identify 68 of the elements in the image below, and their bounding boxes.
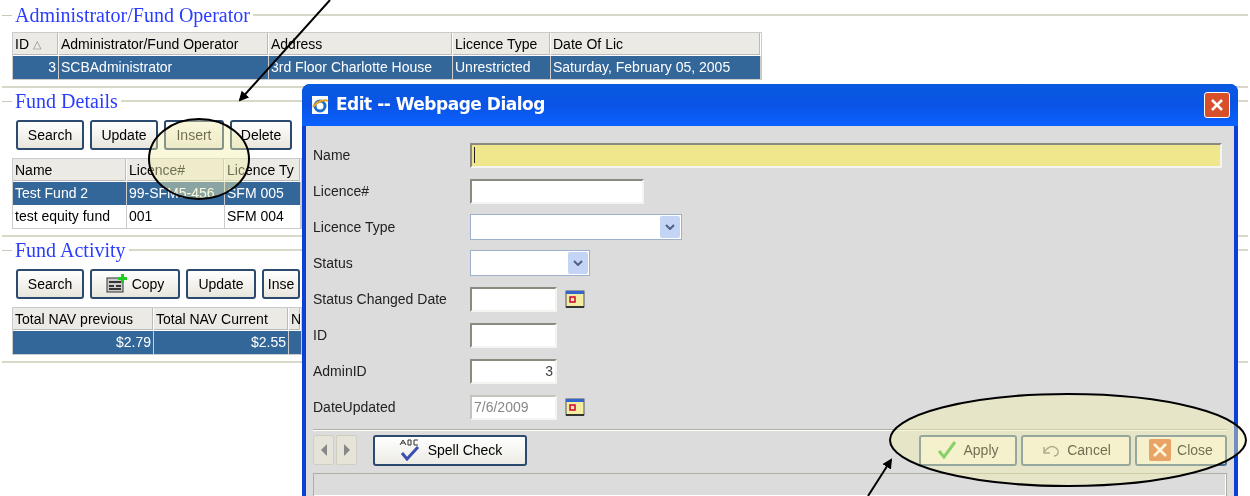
- field-label: DateUpdated: [313, 397, 397, 417]
- browser-icon: [310, 95, 330, 115]
- spell-check-icon: [397, 439, 422, 461]
- arrow-button[interactable]: [336, 435, 357, 465]
- dialog-button[interactable]: Apply: [919, 434, 1017, 466]
- checkmark-icon: [937, 441, 958, 459]
- close-button[interactable]: [1204, 92, 1230, 118]
- close-icon: [1149, 439, 1172, 461]
- field-label: Status: [313, 253, 354, 273]
- section-title: Administrator/Fund Operator: [14, 4, 251, 26]
- column-header[interactable]: ID △: [13, 33, 59, 56]
- toolbar-button[interactable]: Search: [16, 269, 84, 299]
- dialog-button[interactable]: Spell Check: [373, 434, 527, 466]
- column-header[interactable]: Licence Type: [453, 33, 551, 56]
- table-cell-text: test equity fund: [15, 207, 110, 226]
- input-field[interactable]: [470, 142, 1222, 168]
- column-header[interactable]: Total NAV Current: [154, 308, 289, 331]
- column-header[interactable]: Total NAV previous: [13, 308, 154, 331]
- clipboard-icon: [105, 274, 128, 294]
- table-cell-text: SCBAdministrator: [61, 58, 173, 77]
- field-label: AdminID: [313, 361, 368, 381]
- table-cell-text: $2.55: [250, 333, 286, 352]
- field-label: Licence Type: [313, 217, 397, 237]
- table-row[interactable]: test equity fund 001 SFM 004: [13, 205, 301, 228]
- arrow-button[interactable]: [313, 435, 334, 465]
- table-cell-text: SFM 004: [227, 207, 284, 226]
- toolbar-button[interactable]: Inse: [262, 269, 300, 299]
- text-cursor: [474, 147, 475, 163]
- window-title: Edit -- Webpage Dialog: [336, 93, 545, 117]
- close-icon: [1210, 98, 1224, 112]
- calendar-icon[interactable]: [565, 398, 585, 416]
- toolbar-button[interactable]: Insert: [164, 120, 224, 150]
- field-label: Licence#: [313, 181, 371, 201]
- undo-icon: [1041, 443, 1062, 457]
- annotation-arrow: [867, 458, 893, 496]
- dropdown[interactable]: [470, 214, 682, 240]
- table-cell-text: Unrestricted: [455, 58, 531, 77]
- toolbar-button[interactable]: Update: [186, 269, 256, 299]
- table-row[interactable]: $2.79 $2.55: [13, 331, 301, 354]
- input-field[interactable]: [470, 178, 644, 204]
- toolbar-button[interactable]: Delete: [230, 120, 292, 150]
- table-cell-text: SFM 005: [227, 184, 284, 203]
- table-row[interactable]: 3 SCBAdministrator 3rd Floor Charlotte House Unrestricted Saturday, February 05, 2005: [13, 56, 761, 79]
- sort-arrow-icon: △: [33, 35, 41, 53]
- field-label: Name: [313, 145, 352, 165]
- toolbar-button[interactable]: Copy: [90, 269, 180, 299]
- field-label: Status Changed Date: [313, 289, 448, 309]
- calendar-icon[interactable]: [565, 290, 585, 308]
- dropdown[interactable]: [470, 250, 590, 276]
- section-title: Fund Activity: [14, 239, 127, 261]
- input-field[interactable]: [470, 286, 557, 312]
- column-header[interactable]: Administrator/Fund Operator: [59, 33, 269, 56]
- section-title: Fund Details: [14, 90, 119, 112]
- toolbar-button[interactable]: Update: [90, 120, 158, 150]
- dialog-button[interactable]: Cancel: [1021, 434, 1131, 466]
- table-cell-text: Saturday, February 05, 2005: [553, 58, 731, 77]
- table-cell-text: Test Fund 2: [15, 184, 89, 203]
- toolbar-button[interactable]: Search: [16, 120, 84, 150]
- field-label: ID: [313, 325, 328, 345]
- dialog-button[interactable]: Close: [1135, 434, 1227, 466]
- table-cell-text: 3rd Floor Charlotte House: [271, 58, 433, 77]
- table-cell-text: $2.79: [115, 333, 151, 352]
- column-header[interactable]: Date Of Lic: [551, 33, 761, 56]
- column-header[interactable]: Name: [13, 159, 127, 182]
- table-cell-text: 3: [48, 58, 56, 77]
- input-field[interactable]: 3: [470, 358, 557, 384]
- input-field[interactable]: [470, 322, 557, 348]
- table-cell-text: 001: [129, 207, 153, 226]
